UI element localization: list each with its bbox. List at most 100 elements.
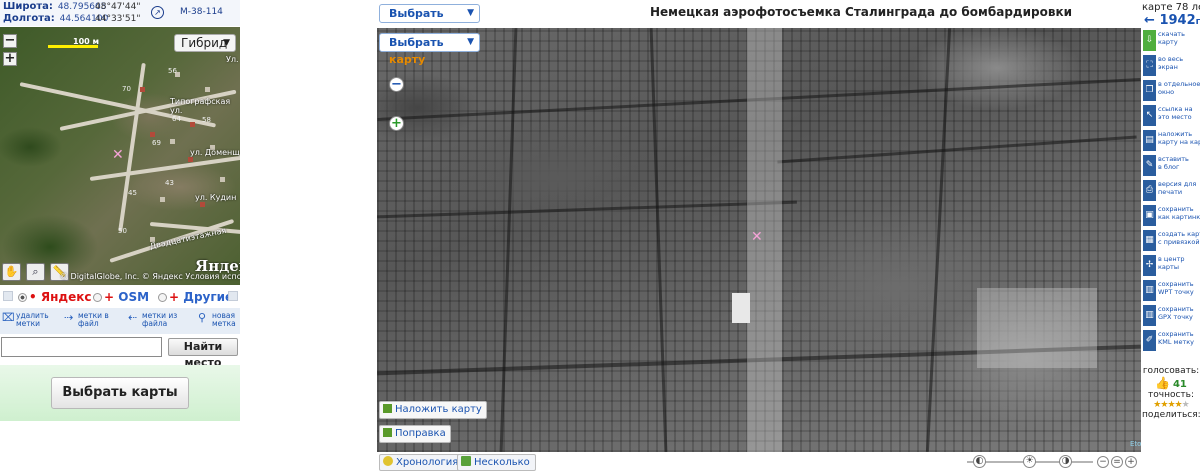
provider-switcher: • Яндекс + OSM + Другие <box>0 288 240 307</box>
provider-yandex[interactable]: • Яндекс <box>18 290 91 304</box>
fullscreen-button[interactable]: ⛶ во весь экран <box>1142 53 1200 78</box>
house <box>220 177 225 182</box>
overlay-map-button[interactable]: Наложить карту <box>379 401 487 419</box>
select-map-button[interactable]: Выбрать карту ▼ <box>379 33 480 66</box>
house-number: 50 <box>118 227 127 235</box>
compass-icon[interactable]: ↗ <box>151 6 164 19</box>
map-type-label: Гибрид <box>181 36 228 50</box>
chevron-down-icon: ▼ <box>223 38 230 48</box>
print-version-button[interactable]: ⎙ версия для печати <box>1142 178 1200 203</box>
choose-maps-button[interactable]: Выбрать карты <box>51 377 189 409</box>
latitude-dms: 48°47'44" <box>95 2 141 12</box>
magnifier-tool-icon[interactable]: ⌕ <box>26 263 45 281</box>
satellite-minimap[interactable]: 56 64 58 69 43 45 70 50 Ул. Типографская… <box>0 27 240 285</box>
place-search: Найти место <box>0 337 240 369</box>
pin-icon: ⚲ <box>198 311 207 324</box>
overlay-map-button[interactable]: ▤наложить карту на карту <box>1142 128 1200 153</box>
save-gpx-button[interactable]: ▥ сохранить GPX точку <box>1142 303 1200 328</box>
chronology-label: Хронология <box>396 457 459 468</box>
save-kml-button[interactable]: ✐ сохранить KML метку <box>1142 328 1200 353</box>
minus-icon[interactable]: − <box>1097 456 1109 468</box>
equal-icon[interactable]: = <box>1111 456 1123 468</box>
correction-button[interactable]: Поправка <box>379 425 451 443</box>
save-kml-icon: ✐ <box>1143 330 1156 351</box>
select-region-button[interactable]: Выбрать регион ▼ <box>379 4 480 37</box>
new-window-button[interactable]: ❐ в отдельное окно <box>1142 78 1200 103</box>
new-marker-button[interactable]: ⚲ новая метка <box>198 311 240 333</box>
action-label: новая метка <box>212 311 236 328</box>
bottom-toolbar: Хронология Несколько ◐ ☀ ◑ − = + <box>377 452 1141 474</box>
several-maps-button[interactable]: Несколько <box>457 454 536 471</box>
house-number: 70 <box>122 85 131 93</box>
location-marker-icon: ✕ <box>112 147 124 163</box>
export-icon: ⇢ <box>64 311 74 324</box>
accuracy-stars[interactable]: ★★★★★ <box>1142 400 1200 410</box>
provider-check[interactable] <box>3 291 13 301</box>
marker-actions: ⌧ удалить метки ⇢ метки в файл ⇠ метки и… <box>0 308 240 334</box>
delete-markers-button[interactable]: ⌧ удалить метки <box>2 311 60 333</box>
map-sheet-link[interactable]: M-38-114 <box>180 7 223 17</box>
save-wpt-button[interactable]: ▥ сохранить WPT точку <box>1142 278 1200 303</box>
star-icon[interactable]: ★ <box>1182 400 1190 410</box>
house <box>205 87 210 92</box>
markers-from-file-button[interactable]: ⇠ метки из файла <box>128 311 186 333</box>
year-navigator: ← 1942г. → <box>1144 13 1200 28</box>
zoom-in-button[interactable]: + <box>3 52 17 66</box>
map-type-select[interactable]: Гибрид ▼ <box>174 34 236 52</box>
prev-year-icon[interactable]: ← <box>1144 13 1155 28</box>
markers-to-file-button[interactable]: ⇢ метки в файл <box>64 311 122 333</box>
radio-icon <box>18 293 27 302</box>
star-icon[interactable]: ★ <box>1167 400 1175 410</box>
brightness-slider[interactable]: ☀ <box>1009 454 1051 470</box>
radio-icon <box>93 293 102 302</box>
street-label: ул. Кудин <box>195 193 237 202</box>
overlay-map-icon: ▤ <box>1143 130 1156 151</box>
tool-label: вставить в блог <box>1158 156 1189 171</box>
tool-label: скачать карту <box>1158 31 1185 46</box>
opacity-slider[interactable]: ◑ <box>1051 454 1093 470</box>
provider-other-label: Другие <box>183 290 234 304</box>
link-here-icon: ↖ <box>1143 105 1156 126</box>
share-label: поделиться: <box>1142 410 1200 420</box>
tool-label: сохранить как картинку <box>1158 206 1200 221</box>
chronology-button[interactable]: Хронология <box>379 454 465 471</box>
year-value: 1942 <box>1159 13 1196 28</box>
hand-tool-icon[interactable]: ✋ <box>2 263 21 281</box>
location-marker-icon: ✕ <box>751 229 763 245</box>
tool-label: версия для печати <box>1158 181 1197 196</box>
save-image-icon: ▣ <box>1143 205 1156 226</box>
street-label: ул. Доменщ <box>190 148 240 157</box>
plus-icon[interactable]: + <box>1125 456 1137 468</box>
blog-embed-button[interactable]: ✎ вставить в блог <box>1142 153 1200 178</box>
provider-check[interactable] <box>228 291 238 301</box>
brightness-icon: ☀ <box>1023 455 1036 468</box>
vote-block: голосовать: 👍 41 точность: ★★★★★ поделит… <box>1142 366 1200 420</box>
center-map-button[interactable]: ✢ в центр карты <box>1142 253 1200 278</box>
create-georef-map-button[interactable]: ▦создать карту с привязкой <box>1142 228 1200 253</box>
select-map-word: карту <box>389 53 426 66</box>
find-place-button[interactable]: Найти место <box>168 338 238 369</box>
contrast-slider[interactable]: ◐ <box>967 454 1009 470</box>
map-zoom-in-button[interactable]: + <box>389 116 404 131</box>
provider-osm[interactable]: + OSM <box>93 290 149 304</box>
save-image-button[interactable]: ▣сохранить как картинку <box>1142 203 1200 228</box>
select-map-prefix: Выбрать <box>389 36 444 49</box>
page-title: Немецкая аэрофотосъемка Сталинграда до б… <box>650 5 1073 19</box>
link-here-button[interactable]: ↖ ссылка на это место <box>1142 103 1200 128</box>
field-boundary <box>777 135 1137 164</box>
house-number: 45 <box>128 189 137 197</box>
provider-osm-label: OSM <box>118 290 150 304</box>
action-label: метки из файла <box>142 311 178 328</box>
map-zoom-out-button[interactable]: − <box>389 77 404 92</box>
provider-other[interactable]: + Другие <box>158 290 233 304</box>
thumbs-up-icon[interactable]: 👍 <box>1155 376 1170 390</box>
longitude-label: Долгота: <box>3 13 55 24</box>
latitude-row: Широта: 48.795605 <box>3 1 106 13</box>
download-map-icon: ⇩ <box>1143 30 1156 51</box>
download-map-button[interactable]: ⇩ скачать карту <box>1142 28 1200 53</box>
action-label: удалить метки <box>16 311 49 328</box>
search-input[interactable] <box>1 337 162 357</box>
aerial-map[interactable]: − + ✕ Наложить карту Поправка EtoMesto.r… <box>377 28 1141 452</box>
star-icon[interactable]: ★ <box>1175 400 1183 410</box>
zoom-out-button[interactable]: − <box>3 34 17 48</box>
